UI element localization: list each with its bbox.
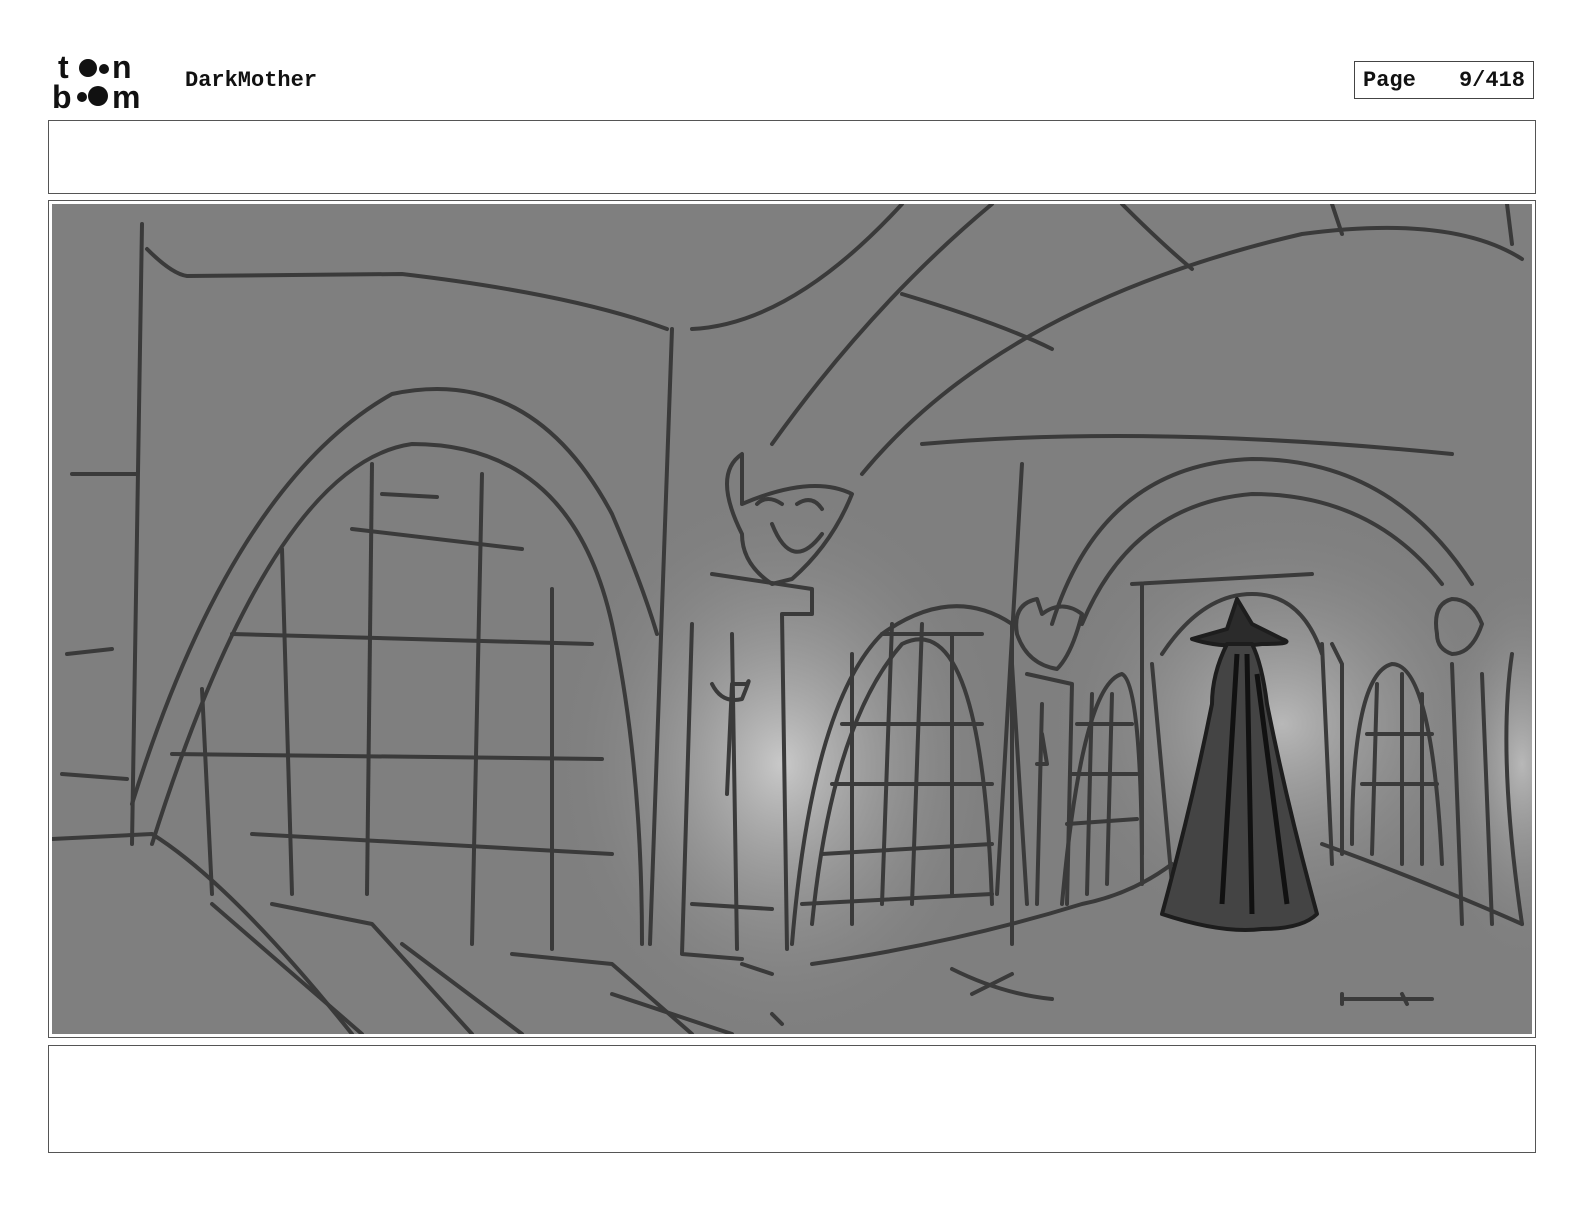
svg-text:b: b — [52, 79, 72, 112]
panel-drawing — [52, 204, 1532, 1034]
svg-text:m: m — [112, 79, 140, 112]
storyboard-panel — [48, 200, 1536, 1038]
page-number: 9/418 — [1458, 67, 1525, 93]
page-label: Page — [1363, 67, 1416, 93]
action-notes-box — [48, 120, 1536, 194]
project-title: DarkMother — [185, 68, 318, 93]
dialogue-notes-box — [48, 1045, 1536, 1153]
toonboom-logo: t n b m — [52, 50, 140, 112]
page-indicator: Page 9/418 — [1354, 61, 1534, 99]
